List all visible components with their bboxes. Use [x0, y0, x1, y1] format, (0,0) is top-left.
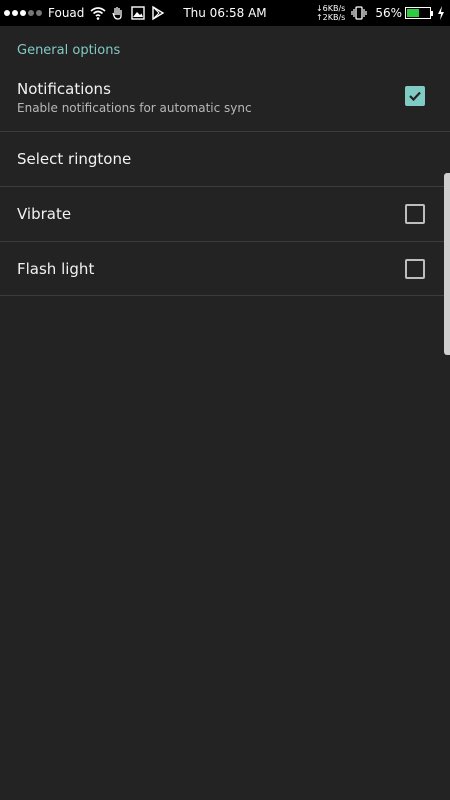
- flash-light-row[interactable]: Flash light: [0, 242, 450, 296]
- vibrate-title: Vibrate: [17, 205, 72, 223]
- upload-speed: ↑2KB/s: [315, 13, 346, 22]
- battery-percent: 56%: [375, 6, 402, 20]
- notifications-row[interactable]: Notifications Enable notifications for a…: [0, 71, 450, 132]
- section-title: General options: [17, 43, 121, 58]
- flash-light-checkbox[interactable]: [405, 259, 425, 279]
- vibrate-checkbox[interactable]: [405, 204, 425, 224]
- checkmark-icon: [409, 91, 421, 102]
- battery-cap: [431, 10, 433, 16]
- status-bar: Fouad Thu 06:58 AM ↓6KB/s ↑2KB/s 56%: [0, 0, 450, 26]
- scrollbar[interactable]: [444, 173, 450, 355]
- vibrate-mode-icon: [351, 6, 367, 20]
- settings-screen: General options Notifications Enable not…: [0, 26, 450, 800]
- flash-light-title: Flash light: [17, 260, 95, 278]
- download-speed: ↓6KB/s: [315, 4, 346, 13]
- notifications-title: Notifications: [17, 80, 111, 98]
- vibrate-row[interactable]: Vibrate: [0, 187, 450, 242]
- select-ringtone-title: Select ringtone: [17, 150, 132, 168]
- notifications-subtitle: Enable notifications for automatic sync: [17, 101, 252, 115]
- battery-level: [407, 9, 420, 17]
- battery-icon: [405, 7, 431, 19]
- select-ringtone-row[interactable]: Select ringtone: [0, 132, 450, 187]
- network-speed: ↓6KB/s ↑2KB/s: [316, 4, 345, 22]
- status-bar-right: ↓6KB/s ↑2KB/s 56%: [316, 0, 446, 26]
- notifications-checkbox[interactable]: [405, 86, 425, 106]
- charging-icon: [438, 6, 444, 20]
